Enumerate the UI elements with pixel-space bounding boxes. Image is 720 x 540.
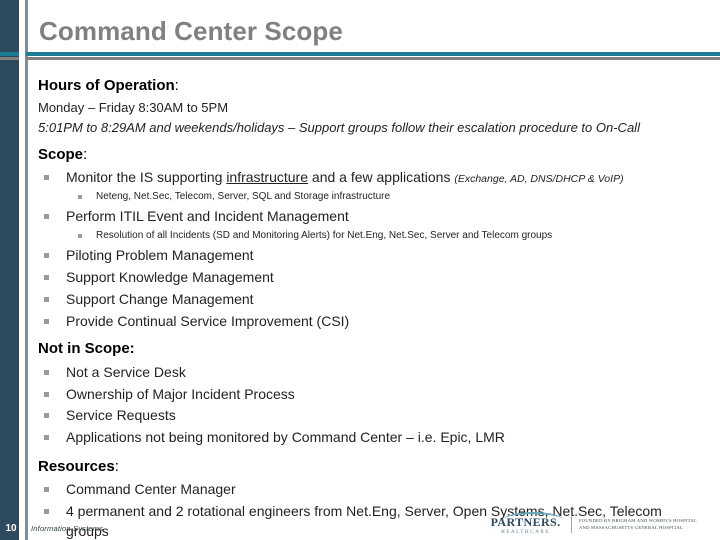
scope-heading-label: Scope — [38, 145, 84, 163]
hours-heading-colon: : — [174, 77, 179, 94]
not-in-scope-bullet-list: Not a Service Desk Ownership of Major In… — [38, 363, 706, 449]
logo-wordmark: PARTNERS. HEALTHCARE — [487, 512, 564, 535]
list-item: Provide Continual Service Improvement (C… — [38, 312, 706, 332]
bullet-square-icon — [44, 391, 49, 397]
resources-heading-label: Resources — [38, 458, 115, 476]
slide-body: Hours of Operation: Monday – Friday 8:30… — [38, 72, 706, 540]
bullet-square-icon — [44, 274, 49, 280]
logo-divider — [571, 515, 572, 533]
logo-affiliation-line-2: AND MASSACHUSETTS GENERAL HOSPITAL — [578, 525, 684, 530]
logo-affiliation-line-1: FOUNDED BY BRIGHAM AND WOMEN'S HOSPITAL — [578, 517, 697, 523]
left-accent-bar — [0, 0, 19, 540]
title-rule-gray-left — [0, 57, 19, 60]
page-number: 10 — [5, 523, 17, 534]
nis-b2: Ownership of Major Incident Process — [66, 385, 295, 402]
list-item: Support Knowledge Management — [38, 268, 706, 288]
resources-heading: Resources: — [38, 457, 706, 477]
list-item: Command Center Manager — [38, 480, 706, 500]
bullet-square-icon — [44, 413, 49, 419]
bullet-square-icon — [44, 509, 49, 515]
scope-heading: Scope: — [38, 145, 706, 165]
hours-heading: Hours of Operation: — [38, 76, 706, 96]
list-item: Ownership of Major Incident Process — [38, 385, 706, 405]
scope-b6-text: Provide Continual Service Improvement (C… — [66, 312, 350, 329]
footer-label: Information Systems — [31, 524, 104, 533]
scope-bullet-list: Monitor the IS supporting infrastructure… — [38, 168, 706, 331]
scope-b1-sublist: Neteng, Net.Sec, Telecom, Server, SQL an… — [66, 190, 706, 204]
left-divider-line — [25, 0, 28, 540]
page-title: Command Center Scope — [39, 16, 343, 46]
scope-b2-sublist: Resolution of all Incidents (SD and Moni… — [66, 229, 706, 243]
bullet-square-icon — [44, 487, 49, 493]
hours-line-1: Monday – Friday 8:30AM to 5PM — [38, 100, 229, 116]
title-rule-teal-left — [0, 52, 19, 56]
bullet-square-icon — [44, 175, 49, 181]
logo-arc-icon — [503, 512, 563, 521]
nis-b3: Service Requests — [66, 407, 176, 424]
list-item: Applications not being monitored by Comm… — [38, 428, 706, 448]
list-item: Neteng, Net.Sec, Telecom, Server, SQL an… — [66, 190, 706, 204]
list-item: Support Change Management — [38, 290, 706, 310]
hours-line-2: 5:01PM to 8:29AM and weekends/holidays –… — [38, 120, 640, 136]
title-rule-teal — [26, 52, 720, 56]
bullet-square-icon — [44, 296, 49, 302]
bullet-square-icon — [78, 233, 82, 238]
list-item: Not a Service Desk — [38, 363, 706, 383]
title-rule-gray — [26, 57, 720, 60]
hours-heading-label: Hours of Operation — [38, 77, 175, 94]
scope-b1-paren: (Exchange, AD, DNS/DHCP & VoIP) — [454, 173, 624, 186]
bullet-square-icon — [44, 369, 49, 375]
scope-b1-sub1: Neteng, Net.Sec, Telecom, Server, SQL an… — [96, 191, 391, 203]
scope-b2-text: Perform ITIL Event and Incident Manageme… — [66, 208, 349, 225]
list-item: Perform ITIL Event and Incident Manageme… — [38, 207, 706, 243]
list-item: Resolution of all Incidents (SD and Moni… — [66, 229, 706, 243]
scope-b1-underlined: infrastructure — [226, 169, 309, 186]
list-item: Monitor the IS supporting infrastructure… — [38, 168, 706, 204]
bullet-square-icon — [44, 435, 49, 441]
scope-b1-after: and a few applications — [308, 169, 455, 186]
nis-b1: Not a Service Desk — [66, 363, 186, 380]
list-item: Piloting Problem Management — [38, 246, 706, 266]
scope-b2-sub1: Resolution of all Incidents (SD and Moni… — [96, 229, 553, 241]
scope-b4-text: Support Knowledge Management — [66, 268, 274, 285]
list-item: Service Requests — [38, 406, 706, 426]
logo-tagline: HEALTHCARE — [501, 529, 550, 535]
bullet-square-icon — [44, 318, 49, 324]
logo-affiliation: FOUNDED BY BRIGHAM AND WOMEN'S HOSPITAL … — [579, 517, 697, 531]
res-b1: Command Center Manager — [66, 481, 236, 498]
nis-b4: Applications not being monitored by Comm… — [66, 429, 505, 446]
scope-b3-text: Piloting Problem Management — [66, 246, 254, 263]
scope-b1-before: Monitor the IS supporting — [66, 169, 227, 186]
not-in-scope-heading: Not in Scope: — [38, 340, 135, 358]
scope-b5-text: Support Change Management — [66, 290, 254, 307]
bullet-square-icon — [44, 252, 49, 258]
resources-heading-colon: : — [114, 458, 119, 476]
scope-heading-colon: : — [83, 145, 88, 163]
slide: Command Center Scope Hours of Operation:… — [0, 0, 720, 540]
bullet-square-icon — [78, 195, 82, 200]
partners-healthcare-logo: PARTNERS. HEALTHCARE FOUNDED BY BRIGHAM … — [487, 511, 697, 537]
bullet-square-icon — [44, 214, 49, 220]
